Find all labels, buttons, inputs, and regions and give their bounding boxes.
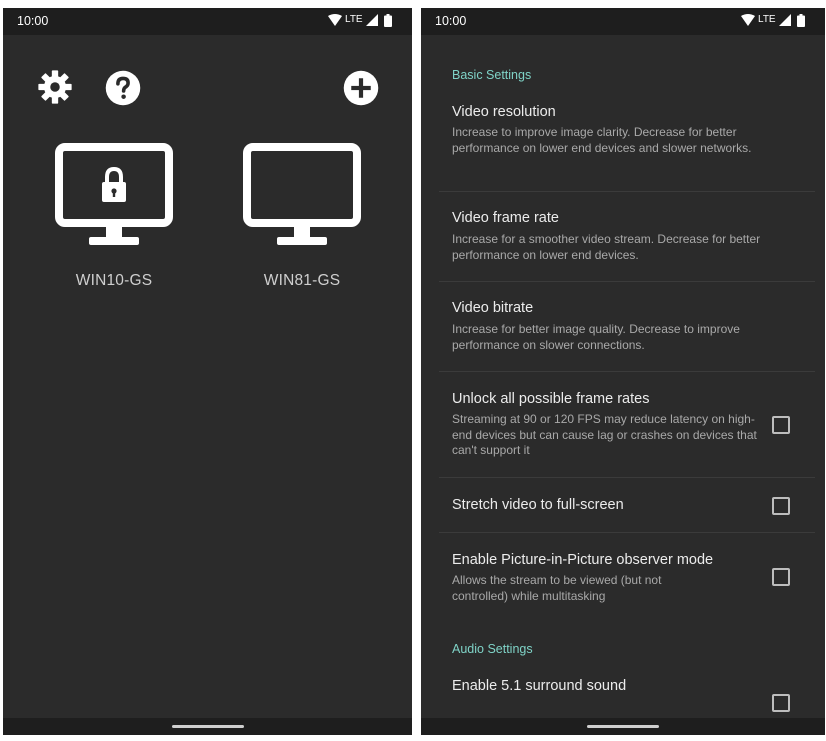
checkbox-pip-observer-mode[interactable] (772, 568, 790, 586)
settings-screen: 10:00 LTE Basic Settings Video resolutio… (421, 8, 825, 735)
pc-list-screen: 10:00 LTE WIN10-GS WIN81-GS (3, 8, 412, 735)
pref-title: Unlock all possible frame rates (452, 391, 650, 407)
wifi-icon (328, 14, 342, 26)
status-bar: 10:00 LTE (3, 8, 412, 35)
pref-title: Video bitrate (452, 300, 534, 316)
section-audio-settings: Audio Settings (452, 642, 533, 656)
pref-summary: Allows the stream to be viewed (but not … (452, 573, 662, 603)
network-type: LTE (758, 14, 776, 25)
pref-title: Video frame rate (452, 210, 559, 226)
status-icons: LTE (328, 14, 402, 28)
status-icons: LTE (741, 14, 815, 28)
monitor-locked-icon (55, 143, 173, 245)
pref-summary: Streaming at 90 or 120 FPS may reduce la… (452, 412, 757, 457)
status-time: 10:00 (17, 14, 49, 28)
help-icon[interactable] (105, 70, 141, 106)
divider (439, 477, 815, 478)
computer-tile[interactable]: WIN81-GS (232, 143, 372, 290)
wifi-icon (741, 14, 755, 26)
computer-name: WIN81-GS (263, 272, 341, 289)
divider (439, 371, 815, 372)
status-time: 10:00 (435, 14, 467, 28)
checkbox-stretch-video[interactable] (772, 497, 790, 515)
pref-summary: Increase to improve image clarity. Decre… (452, 125, 752, 155)
home-handle[interactable] (587, 725, 659, 728)
divider (439, 532, 815, 533)
pref-title: Stretch video to full-screen (452, 497, 624, 513)
divider (439, 191, 815, 192)
nav-bar (3, 718, 412, 735)
signal-icon (366, 14, 378, 26)
pref-title: Video resolution (452, 104, 556, 120)
home-handle[interactable] (171, 725, 244, 728)
checkbox-unlock-frame-rates[interactable] (772, 416, 790, 434)
nav-bar (421, 718, 825, 735)
pref-title: Enable Picture-in-Picture observer mode (452, 552, 714, 568)
monitor-icon (243, 143, 361, 245)
network-type: LTE (345, 14, 363, 25)
pref-title: Enable 5.1 surround sound (452, 678, 627, 694)
battery-icon (384, 14, 392, 27)
status-bar: 10:00 LTE (421, 8, 825, 35)
divider (439, 281, 815, 282)
signal-icon (779, 14, 791, 26)
computer-name: WIN10-GS (75, 272, 153, 289)
section-basic-settings: Basic Settings (452, 68, 532, 82)
pref-summary: Increase for a smoother video stream. De… (452, 232, 761, 262)
checkbox-surround-sound[interactable] (772, 694, 790, 712)
add-icon[interactable] (343, 70, 379, 106)
battery-icon (797, 14, 805, 27)
gear-icon[interactable] (36, 68, 74, 106)
computer-tile[interactable]: WIN10-GS (44, 143, 184, 290)
pref-summary: Increase for better image quality. Decre… (452, 322, 740, 352)
